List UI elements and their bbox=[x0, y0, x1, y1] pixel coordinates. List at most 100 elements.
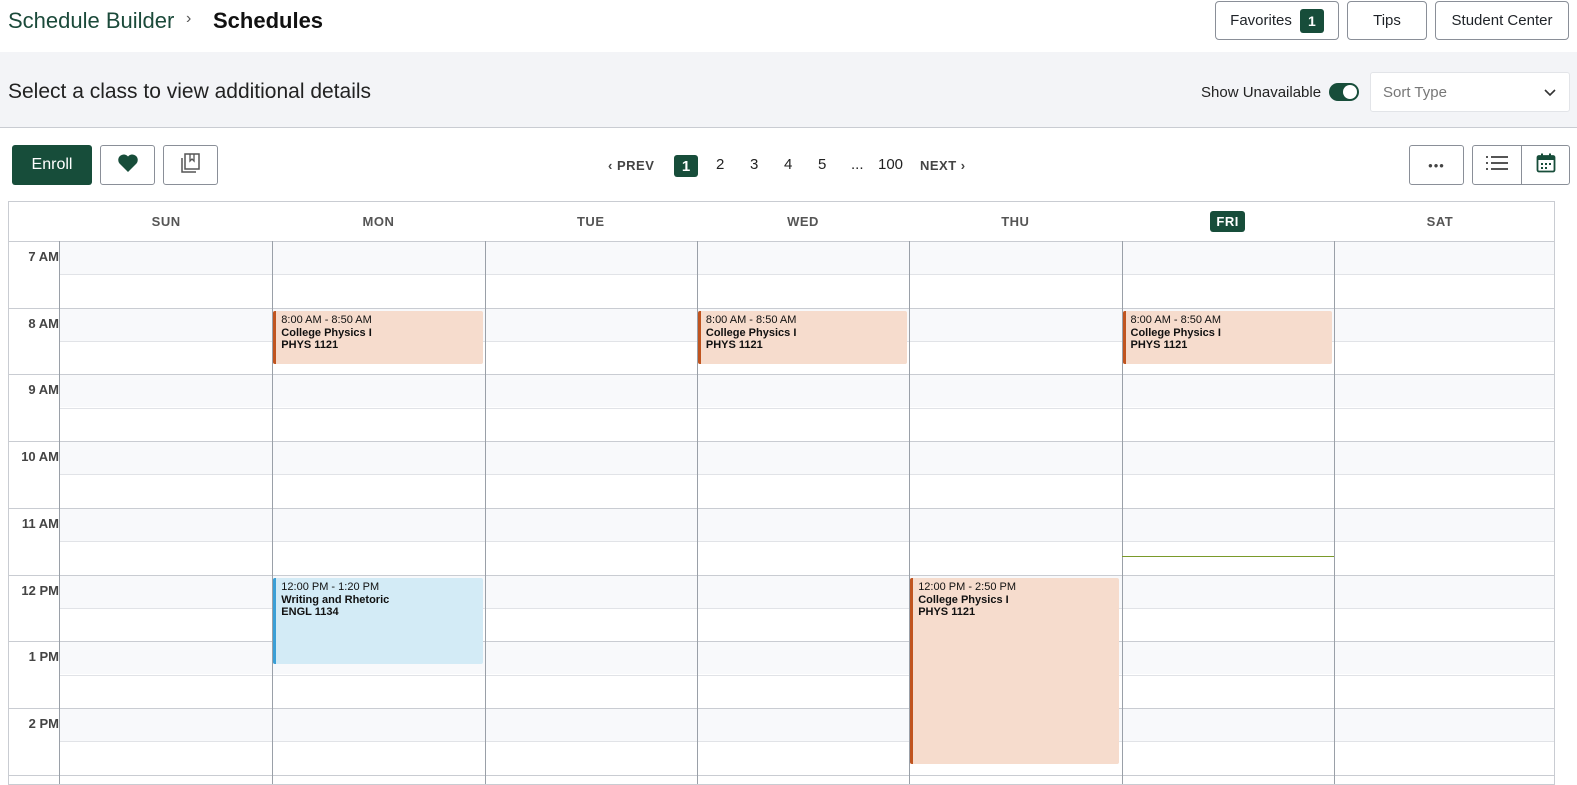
breadcrumb-chevron-icon: › bbox=[186, 10, 192, 27]
event-course-code: PHYS 1121 bbox=[281, 338, 339, 351]
show-unavailable-label: Show Unavailable bbox=[1201, 84, 1322, 101]
hour-gridline bbox=[9, 641, 1554, 643]
class-event[interactable]: 12:00 PM - 2:50 PM College Physics I PHYS … bbox=[910, 577, 1120, 765]
sort-type-placeholder: Sort Type bbox=[1383, 84, 1447, 101]
next-label: NEXT bbox=[920, 158, 957, 173]
time-label: 10 AM bbox=[21, 449, 59, 465]
hour-gridline bbox=[9, 774, 1554, 776]
calendar-icon bbox=[1536, 153, 1556, 178]
page-4-button[interactable]: 4 bbox=[784, 156, 792, 173]
event-course-code: PHYS 1121 bbox=[918, 605, 976, 618]
half-hour-gridline bbox=[60, 274, 1554, 276]
page-100-button[interactable]: 100 bbox=[878, 156, 903, 173]
hour-row-shade bbox=[60, 441, 1554, 475]
event-time: 8:00 AM - 8:50 AM bbox=[281, 313, 372, 326]
column-divider bbox=[59, 241, 60, 784]
weekly-calendar: 7 AM 8 AM 9 AM 10 AM 11 AM 12 PM 1 PM 2 PM SUN MO… bbox=[8, 201, 1555, 785]
class-event[interactable]: 8:00 AM - 8:50 AM College Physics I PHYS 1… bbox=[697, 310, 908, 365]
half-hour-gridline bbox=[60, 741, 1554, 743]
show-unavailable-toggle[interactable] bbox=[1329, 83, 1359, 101]
prev-page-button[interactable]: ‹ PREV bbox=[608, 158, 654, 173]
favorites-count-badge: 1 bbox=[1299, 8, 1324, 33]
time-label: 8 AM bbox=[28, 315, 59, 331]
more-options-button[interactable]: ••• bbox=[1409, 145, 1464, 185]
class-event[interactable]: 8:00 AM - 8:50 AM College Physics I PHYS 1… bbox=[273, 310, 483, 365]
day-header-wed: WED bbox=[697, 202, 909, 241]
time-label: 1 PM bbox=[28, 649, 59, 665]
class-event[interactable]: 12:00 PM - 1:20 PM Writing and Rhetoric EN… bbox=[273, 577, 483, 665]
page-3-button[interactable]: 3 bbox=[750, 156, 758, 173]
class-event[interactable]: 8:00 AM - 8:50 AM College Physics I PHYS 1… bbox=[1122, 310, 1332, 365]
chevron-down-icon bbox=[1543, 85, 1557, 103]
hour-gridline bbox=[9, 707, 1554, 709]
student-center-button[interactable]: Student Center bbox=[1435, 1, 1569, 40]
chevron-left-icon: ‹ bbox=[608, 158, 613, 173]
day-header-tue: TUE bbox=[485, 202, 697, 241]
hour-gridline bbox=[9, 374, 1554, 376]
favorite-button[interactable] bbox=[100, 145, 155, 185]
event-title: College Physics I bbox=[705, 326, 797, 339]
column-divider bbox=[1333, 241, 1335, 784]
prev-label: PREV bbox=[616, 158, 655, 173]
event-title: College Physics I bbox=[281, 326, 372, 339]
hour-row-shade bbox=[60, 707, 1554, 741]
hour-row-shade bbox=[60, 374, 1554, 408]
day-header-fri: FRI bbox=[1122, 202, 1334, 241]
calendar-view-button[interactable] bbox=[1521, 145, 1570, 185]
half-hour-gridline bbox=[60, 541, 1554, 543]
hour-gridline bbox=[9, 441, 1554, 443]
next-page-button[interactable]: NEXT › bbox=[920, 158, 966, 173]
column-divider bbox=[484, 241, 486, 784]
heart-icon bbox=[117, 153, 139, 178]
tips-button[interactable]: Tips bbox=[1347, 1, 1427, 40]
day-label: FRI bbox=[1210, 211, 1245, 232]
list-icon bbox=[1486, 155, 1508, 176]
event-title: College Physics I bbox=[1130, 326, 1221, 339]
event-course-code: PHYS 1121 bbox=[705, 338, 763, 351]
day-label: SAT bbox=[1426, 214, 1454, 229]
half-hour-gridline bbox=[60, 474, 1554, 476]
event-time: 8:00 AM - 8:50 AM bbox=[705, 313, 797, 326]
save-schedule-button[interactable] bbox=[163, 145, 218, 185]
list-view-button[interactable] bbox=[1472, 145, 1522, 185]
top-header: Schedule Builder › Schedules Favorites 1… bbox=[0, 0, 1577, 52]
bookmark-stack-icon bbox=[180, 152, 202, 179]
sub-header: Select a class to view additional detail… bbox=[0, 52, 1577, 128]
student-center-label: Student Center bbox=[1451, 12, 1553, 29]
hour-row-shade bbox=[60, 241, 1554, 274]
time-label: 12 PM bbox=[21, 582, 59, 598]
day-label: MON bbox=[362, 214, 395, 229]
hour-gridline bbox=[9, 241, 1554, 242]
day-label: WED bbox=[787, 214, 819, 229]
time-label: 11 AM bbox=[21, 515, 59, 531]
day-header-sun: SUN bbox=[60, 202, 272, 241]
toggle-knob bbox=[1343, 85, 1357, 99]
instruction-text: Select a class to view additional detail… bbox=[8, 80, 372, 103]
event-time: 8:00 AM - 8:50 AM bbox=[1130, 313, 1222, 326]
favorites-label: Favorites bbox=[1230, 12, 1292, 29]
breadcrumb-schedule-builder[interactable]: Schedule Builder bbox=[8, 8, 174, 34]
time-label: 7 AM bbox=[28, 249, 59, 264]
page-title: Schedules bbox=[213, 8, 324, 33]
day-header-sat: SAT bbox=[1334, 202, 1546, 241]
page-5-button[interactable]: 5 bbox=[818, 156, 826, 173]
chevron-right-icon: › bbox=[960, 158, 966, 173]
favorites-button[interactable]: Favorites 1 bbox=[1215, 1, 1339, 40]
current-time-indicator bbox=[1121, 555, 1334, 557]
sort-type-select[interactable]: Sort Type bbox=[1370, 72, 1570, 112]
event-title: Writing and Rhetoric bbox=[281, 593, 390, 606]
page-2-button[interactable]: 2 bbox=[716, 156, 724, 173]
event-course-code: PHYS 1121 bbox=[1130, 338, 1188, 351]
event-course-code: ENGL 1134 bbox=[281, 605, 339, 618]
event-time: 12:00 PM - 2:50 PM bbox=[918, 580, 1017, 593]
time-label: 2 PM bbox=[28, 715, 59, 731]
half-hour-gridline bbox=[60, 674, 1554, 676]
hour-row-shade bbox=[60, 507, 1554, 541]
enroll-button[interactable]: Enroll bbox=[12, 145, 92, 185]
page-1-button[interactable]: 1 bbox=[674, 155, 698, 177]
event-title: College Physics I bbox=[918, 593, 1009, 606]
event-time: 12:00 PM - 1:20 PM bbox=[281, 580, 380, 593]
day-header-thu: THU bbox=[909, 202, 1121, 241]
hour-gridline bbox=[9, 507, 1554, 509]
hour-gridline bbox=[9, 574, 1554, 576]
